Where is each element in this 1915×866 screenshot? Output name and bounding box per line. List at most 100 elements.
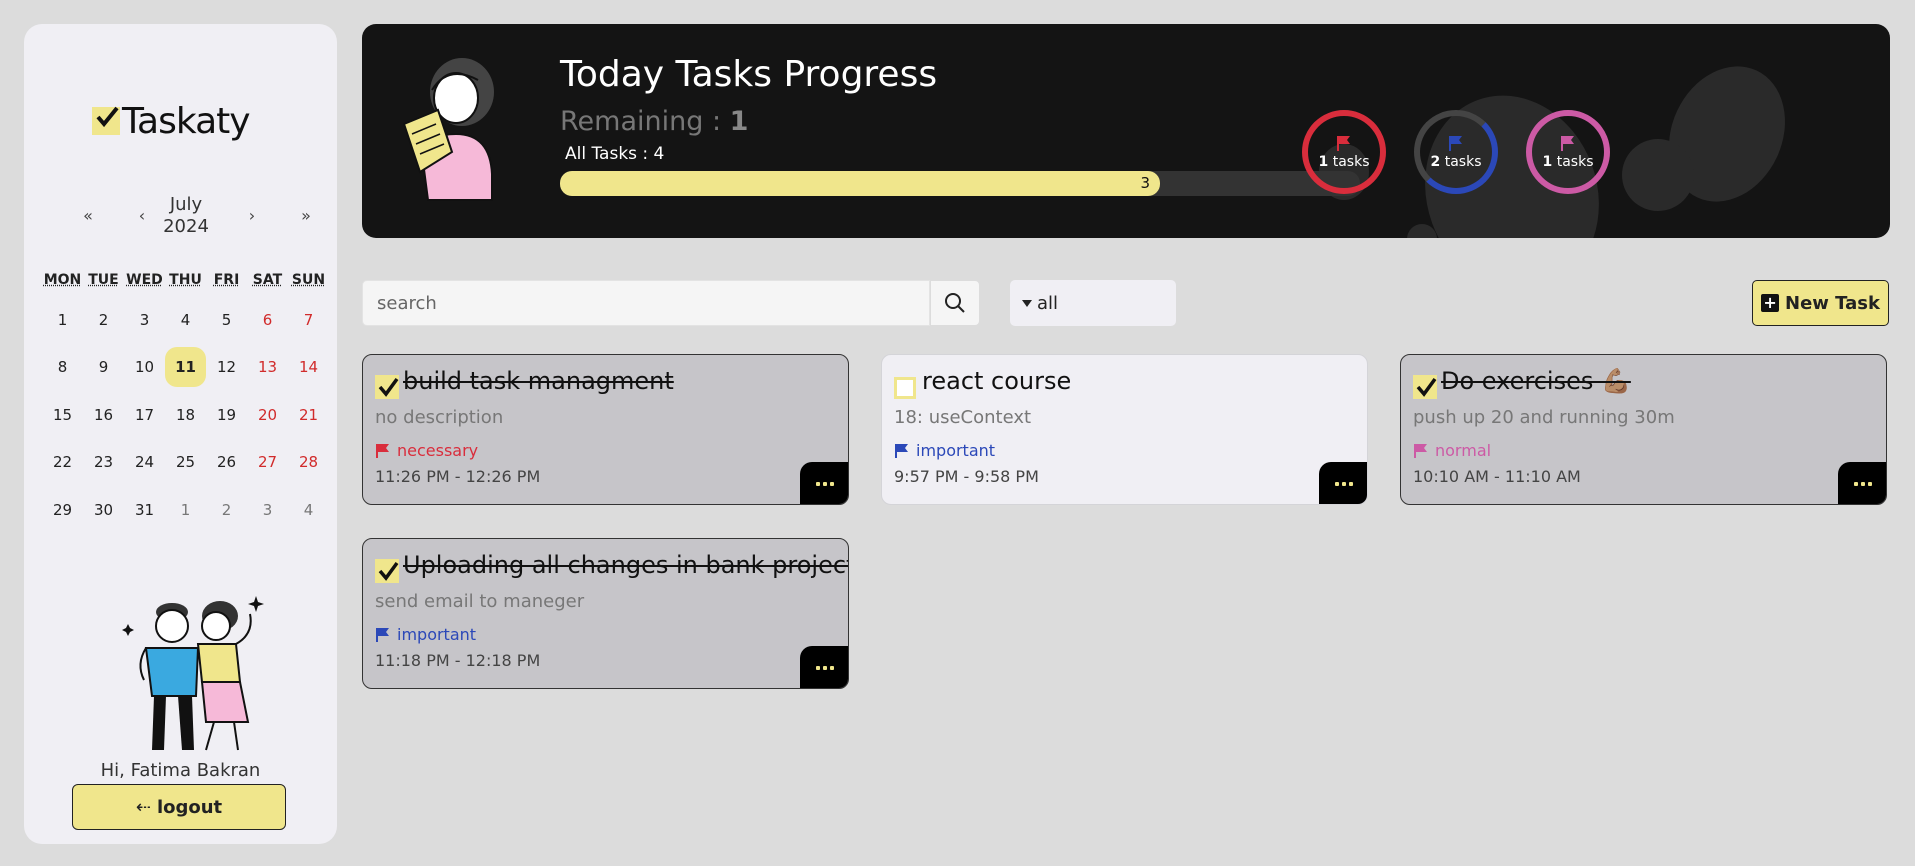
calendar-day[interactable]: 28 (288, 442, 329, 482)
new-task-label: New Task (1785, 292, 1880, 314)
calendar-day[interactable]: 23 (83, 442, 124, 482)
calendar-day[interactable]: 31 (124, 490, 165, 530)
calendar-day[interactable]: 26 (206, 442, 247, 482)
task-description: no description (375, 407, 504, 428)
calendar-day[interactable]: 14 (288, 347, 329, 387)
task-card[interactable]: Do exercises 💪🏽 push up 20 and running 30… (1400, 354, 1887, 505)
search-button[interactable] (930, 280, 980, 326)
filter-select[interactable]: all (1010, 280, 1176, 326)
next-year-button[interactable]: » (294, 206, 318, 225)
calendar-week: 22 23 24 25 26 27 28 (42, 439, 332, 487)
task-priority-label: important (916, 441, 996, 460)
task-title: Do exercises 💪🏽 (1441, 367, 1631, 395)
calendar-day[interactable]: 7 (288, 300, 329, 340)
task-priority-label: necessary (397, 441, 479, 460)
friends-illustration (122, 596, 264, 751)
weekday-header: MON TUE WED THU FRI SAT SUN (42, 272, 332, 296)
progress-bar-fill: 3 (560, 171, 1160, 196)
calendar-day[interactable]: 5 (206, 300, 247, 340)
calendar-day[interactable]: 29 (42, 490, 83, 530)
plus-icon: + (1761, 294, 1780, 312)
calendar-weeks: 1 2 3 4 5 6 7 8 9 10 11 12 13 14 15 16 17 18 19 20 21 22 23 24 2… (42, 296, 332, 534)
calendar-day[interactable]: 1 (42, 300, 83, 340)
weekday-label: THU (169, 272, 202, 288)
calendar-day[interactable]: 30 (83, 490, 124, 530)
calendar-day[interactable]: 21 (288, 395, 329, 435)
calendar-day[interactable]: 18 (165, 395, 206, 435)
calendar-navigation: « ‹ July 2024 › » (46, 194, 316, 240)
calendar-day[interactable]: 2 (206, 490, 247, 530)
calendar-week: 8 9 10 11 12 13 14 (42, 344, 332, 392)
filter-value: all (1037, 292, 1059, 314)
prev-year-button[interactable]: « (76, 206, 100, 225)
calendar-day[interactable]: 9 (83, 347, 124, 387)
calendar-day-today[interactable]: 11 (165, 347, 206, 388)
user-greeting: Hi, Fatima Bakran (100, 760, 261, 781)
task-menu-button[interactable] (1319, 462, 1367, 504)
task-menu-button[interactable] (800, 462, 848, 504)
priority-ring-label: 1 tasks (1542, 154, 1594, 170)
next-month-button[interactable]: › (240, 206, 264, 225)
calendar-day[interactable]: 25 (165, 442, 206, 482)
calendar-day[interactable]: 24 (124, 442, 165, 482)
flag-icon (1337, 136, 1350, 151)
task-menu-button[interactable] (1838, 462, 1886, 504)
priority-ring-label: 2 tasks (1430, 154, 1482, 170)
progress-title: Today Tasks Progress (560, 54, 938, 95)
weekday-label: TUE (88, 272, 119, 288)
calendar-day[interactable]: 2 (83, 300, 124, 340)
remaining-value: 1 (729, 106, 749, 137)
calendar-day[interactable]: 10 (124, 347, 165, 387)
app-logo[interactable]: Taskaty (92, 96, 272, 146)
priority-ring: 1 tasks (1302, 110, 1386, 194)
logout-button[interactable]: ⇠ logout (72, 784, 286, 830)
task-checkbox[interactable] (1413, 375, 1437, 399)
task-checkbox[interactable] (894, 377, 916, 399)
weekday-label: WED (126, 272, 163, 288)
progress-bar: 3 (560, 171, 1360, 196)
calendar-day[interactable]: 13 (247, 347, 288, 387)
flag-icon (1561, 136, 1574, 151)
calendar-day[interactable]: 1 (165, 490, 206, 530)
calendar-day[interactable]: 15 (42, 395, 83, 435)
search-input[interactable] (362, 280, 930, 326)
calendar-week: 29 30 31 1 2 3 4 (42, 486, 332, 534)
calendar-day[interactable]: 27 (247, 442, 288, 482)
calendar-day[interactable]: 12 (206, 347, 247, 387)
priority-ring: 2 tasks (1414, 110, 1498, 194)
logo-check-icon (92, 106, 120, 135)
calendar-day[interactable]: 20 (247, 395, 288, 435)
calendar-day[interactable]: 8 (42, 347, 83, 387)
caret-down-icon (1022, 299, 1032, 307)
calendar-month: July (169, 194, 203, 215)
calendar-day[interactable]: 19 (206, 395, 247, 435)
calendar-day[interactable]: 16 (83, 395, 124, 435)
flag-icon (376, 443, 389, 458)
task-checkbox[interactable] (375, 559, 399, 583)
task-checkbox[interactable] (375, 375, 399, 399)
new-task-button[interactable]: + New Task (1752, 280, 1889, 326)
flag-icon (376, 627, 389, 642)
calendar-day[interactable]: 6 (247, 300, 288, 340)
priority-ring: 1 tasks (1526, 110, 1610, 194)
calendar-day[interactable]: 4 (165, 300, 206, 340)
task-priority-label: normal (1435, 441, 1492, 460)
calendar-day[interactable]: 17 (124, 395, 165, 435)
task-card[interactable]: react course 18: useContext important 9:57 … (881, 354, 1368, 505)
task-time: 11:26 PM - 12:26 PM (375, 467, 541, 486)
calendar-year: 2024 (163, 216, 209, 237)
calendar-day[interactable]: 3 (247, 490, 288, 530)
weekday-label: SAT (252, 272, 283, 288)
calendar-day[interactable]: 3 (124, 300, 165, 340)
calendar-month-label[interactable]: July 2024 (146, 194, 226, 238)
task-priority: important (375, 625, 476, 644)
task-title: react course (922, 367, 1072, 395)
task-title: build task managment (403, 367, 674, 395)
task-card[interactable]: Uploading all changes in bank project sen… (362, 538, 849, 689)
task-card[interactable]: build task managment no description necess… (362, 354, 849, 505)
calendar-day[interactable]: 22 (42, 442, 83, 482)
flag-icon (1449, 136, 1462, 151)
calendar-day[interactable]: 4 (288, 490, 329, 530)
task-menu-button[interactable] (800, 646, 848, 688)
logout-label: logout (156, 796, 223, 818)
